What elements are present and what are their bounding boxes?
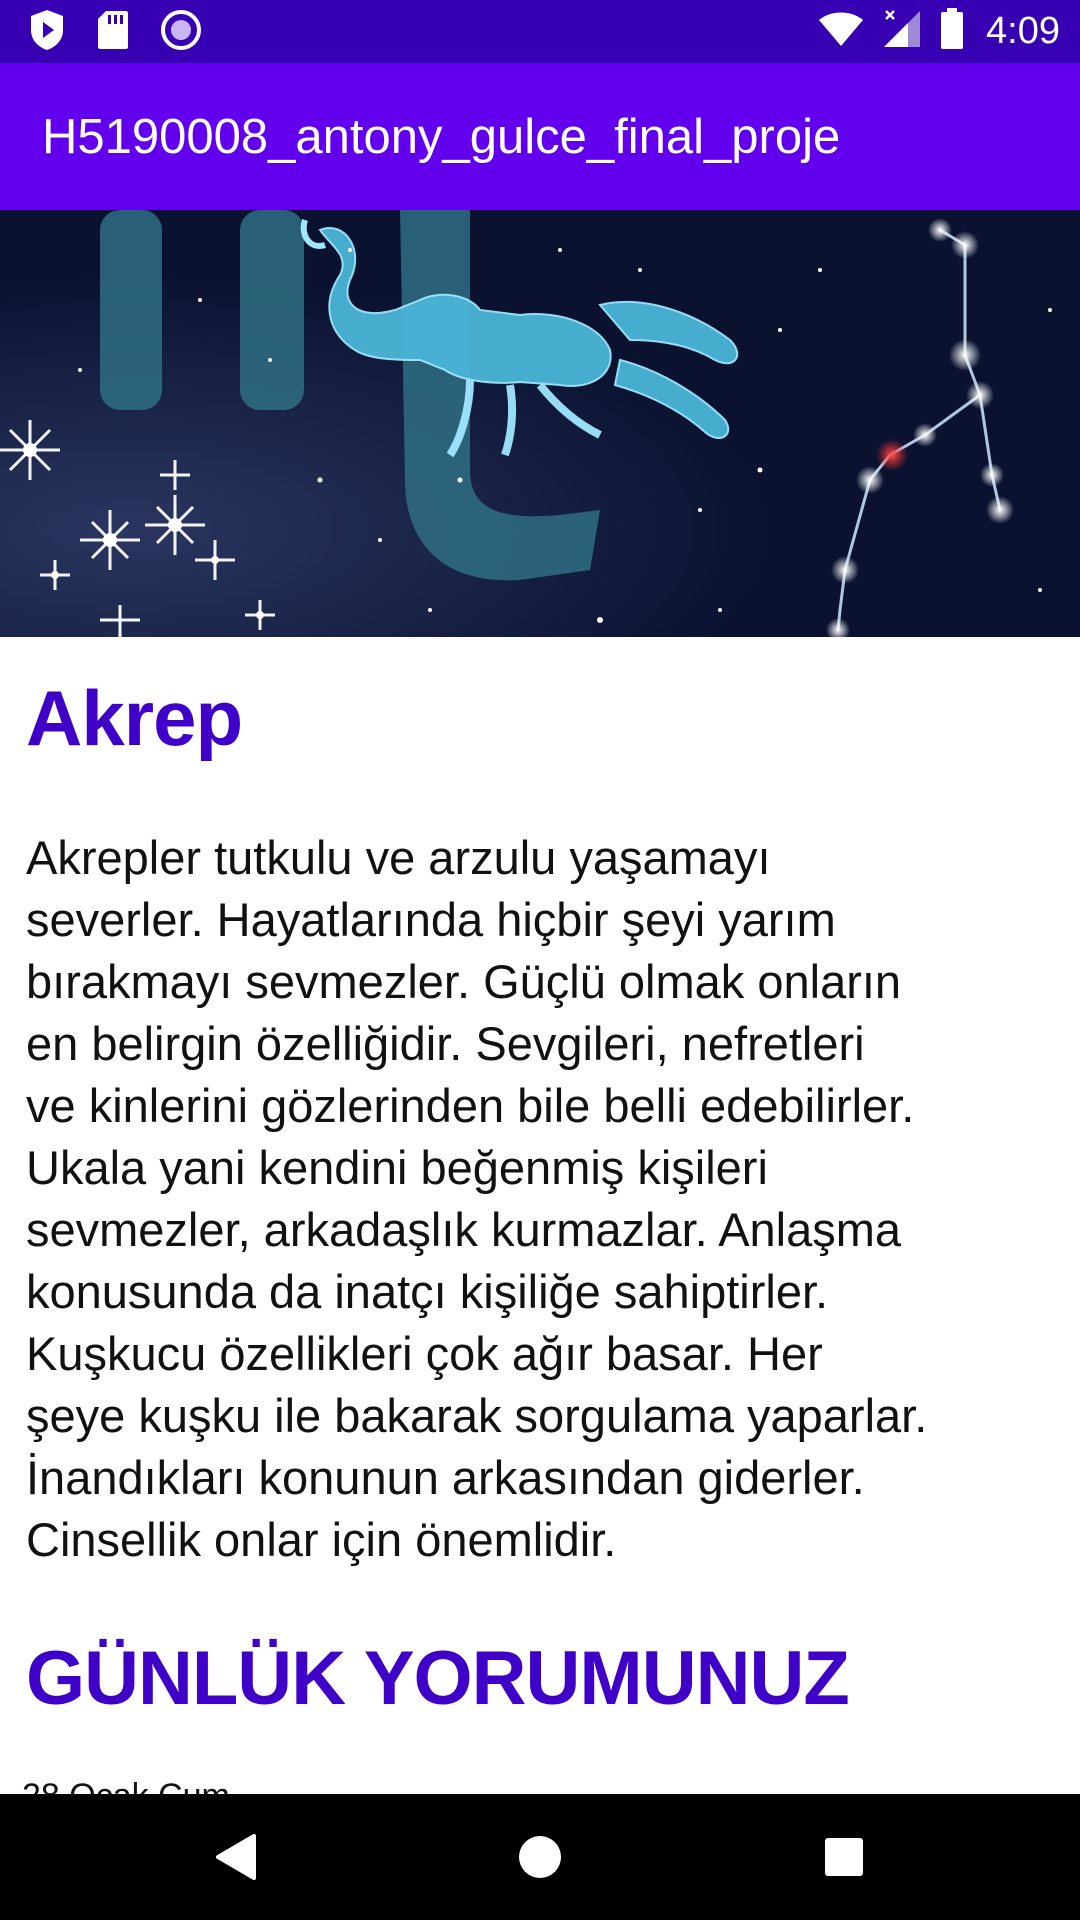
cell-signal-icon bbox=[882, 9, 922, 54]
description-line: Ukala yani kendini beğenmiş kişileri bbox=[26, 1141, 768, 1194]
sign-title: Akrep bbox=[26, 674, 243, 762]
wifi-icon bbox=[818, 10, 864, 53]
description-line: Kuşkucu özellikleri çok ağır basar. Her bbox=[26, 1327, 823, 1380]
description-line: sevmezler, arkadaşlık kurmazlar. Anlaşma bbox=[26, 1203, 902, 1256]
record-icon bbox=[160, 9, 202, 56]
back-button[interactable] bbox=[176, 1794, 296, 1920]
navigation-bar bbox=[0, 1794, 1080, 1920]
description-line: ve kinlerini gözlerinden bile belli edeb… bbox=[26, 1079, 915, 1132]
back-icon bbox=[216, 1834, 256, 1880]
description-line: konusunda da inatçı kişiliğe sahiptirler… bbox=[26, 1265, 829, 1318]
description-line: en belirgin özelliğidir. Sevgileri, nefr… bbox=[26, 1017, 865, 1070]
description-line: şeye kuşku ile bakarak sorgulama yaparla… bbox=[26, 1389, 928, 1442]
shield-play-icon bbox=[28, 8, 66, 57]
description-line: İnandıkları konunun arkasından giderler. bbox=[26, 1451, 865, 1504]
status-time: 4:09 bbox=[986, 9, 1060, 52]
recents-icon bbox=[825, 1838, 863, 1876]
daily-date: 28 Ocak Cum bbox=[22, 1777, 230, 1794]
app-title: H5190008_antony_gulce_final_proje bbox=[42, 110, 841, 164]
home-icon bbox=[519, 1836, 561, 1878]
scorpio-constellation-image bbox=[0, 210, 1080, 637]
description-line: bırakmayı sevmezler. Güçlü olmak onların bbox=[26, 955, 902, 1008]
sign-description: Akrepler tutkulu ve arzulu yaşamayı seve… bbox=[26, 827, 1056, 1571]
recents-button[interactable] bbox=[784, 1794, 904, 1920]
content: Akrep Akrepler tutkulu ve arzulu yaşamay… bbox=[0, 637, 1080, 1794]
home-button[interactable] bbox=[480, 1794, 600, 1920]
app-bar: H5190008_antony_gulce_final_proje bbox=[0, 63, 1080, 210]
description-line: Cinsellik onlar için önemlidir. bbox=[26, 1513, 617, 1566]
description-line: severler. Hayatlarında hiçbir şeyi yarım bbox=[26, 893, 836, 946]
daily-title: GÜNLÜK YORUMUNUZ bbox=[26, 1636, 850, 1721]
description-line: Akrepler tutkulu ve arzulu yaşamayı bbox=[26, 831, 771, 884]
screen: 4:09 H5190008_antony_gulce_final_proje A… bbox=[0, 0, 1080, 1920]
battery-icon bbox=[940, 7, 964, 55]
status-bar: 4:09 bbox=[0, 0, 1080, 63]
sd-card-icon bbox=[96, 9, 130, 56]
